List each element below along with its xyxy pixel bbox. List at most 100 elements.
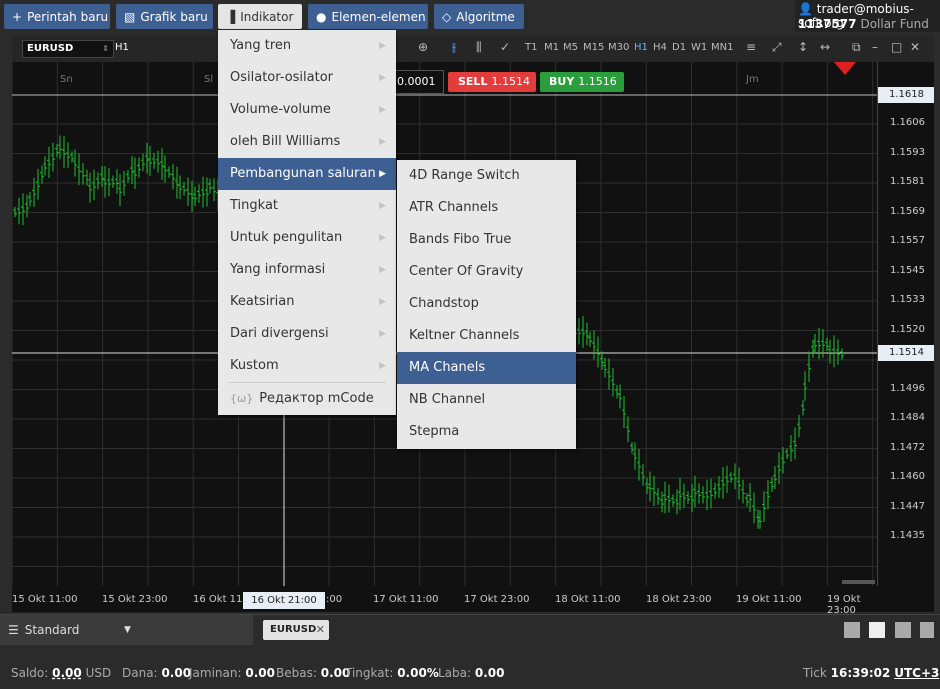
layout-single-icon[interactable]	[844, 622, 860, 638]
timezone-selector[interactable]: UTC+3	[894, 666, 939, 680]
new-chart-button[interactable]: ▧ Grafik baru	[116, 4, 213, 29]
buy-button[interactable]: BUY 1.1516	[540, 72, 624, 92]
close-icon[interactable]: ✕	[910, 40, 920, 54]
submenu-item[interactable]: MA Chanels	[397, 352, 576, 384]
tf-m5[interactable]: M5	[563, 42, 578, 53]
fit-vertical-icon[interactable]: ↕	[798, 40, 808, 54]
workspace-bar: ☰ Standard ▼ EURUSD ✕	[0, 614, 940, 645]
indicator-button[interactable]: ▐ Indikator	[218, 4, 302, 29]
chevron-right-icon: ▶	[379, 169, 386, 179]
candle-type-icon[interactable]: ⫼	[476, 40, 482, 55]
tf-t1[interactable]: T1	[525, 42, 537, 53]
alert-marker-icon	[834, 62, 856, 75]
bar-chart-icon: ▐	[226, 9, 236, 24]
price-tick-label: 1.1472	[890, 441, 925, 453]
close-tab-icon[interactable]: ✕	[316, 620, 325, 640]
current-price-label: 1.1514	[878, 345, 934, 361]
tf-h4[interactable]: H4	[653, 42, 667, 53]
chevron-right-icon: ▶	[379, 361, 386, 371]
price-tick-label: 1.1557	[890, 235, 925, 246]
diamond-icon: ◇	[442, 9, 452, 24]
chart-icon: ▧	[124, 9, 136, 24]
submenu-item[interactable]: 4D Range Switch	[397, 160, 576, 192]
indicator-menu: Yang tren ▶ Osilator-osilator ▶ Volume-volum…	[218, 30, 396, 415]
chevron-right-icon: ▶	[379, 297, 386, 307]
workspace-selector[interactable]: ☰ Standard ▼	[0, 615, 253, 645]
submenu-item[interactable]: Keltner Channels	[397, 320, 576, 352]
time-tick-label: 19 Okt 23:00	[827, 594, 861, 616]
day-label: Sn	[60, 74, 73, 85]
layout-columns-icon[interactable]	[895, 622, 911, 638]
price-tick-label: 1.1581	[890, 176, 925, 187]
maximize-icon[interactable]: □	[891, 40, 902, 54]
chevron-right-icon: ▶	[379, 201, 386, 211]
menu-item[interactable]: Dari divergensi ▶	[218, 318, 396, 350]
tf-mn1[interactable]: MN1	[711, 42, 733, 53]
price-tick-label: 1.1606	[890, 117, 925, 128]
menu-item[interactable]: Tingkat ▶	[218, 190, 396, 222]
time-tick-label: 17 Okt 23:00	[464, 594, 530, 605]
menu-item[interactable]: Osilator-osilator ▶	[218, 62, 396, 94]
fit-diagonal-icon[interactable]: ⤢	[772, 40, 782, 55]
menu-item[interactable]: Kustom ▶	[218, 350, 396, 382]
menu-item[interactable]: Yang tren ▶	[218, 30, 396, 62]
tf-m30[interactable]: M30	[608, 42, 629, 53]
mcode-editor-item[interactable]: {ω} Редактор mCode	[218, 384, 396, 414]
clock-time: 16:39:02	[830, 666, 891, 680]
account-info[interactable]: 👤 trader@mobius-soft.org 1137577 Dollar F…	[795, 0, 940, 32]
stepper-icon: ⇕	[102, 44, 109, 53]
menu-item[interactable]: Pembangunan saluran ▶	[218, 158, 396, 190]
tf-m15[interactable]: M15	[583, 42, 604, 53]
tf-m1[interactable]: M1	[544, 42, 559, 53]
menu-item[interactable]: Untuk pengulitan ▶	[218, 222, 396, 254]
detach-icon[interactable]: ⧉	[852, 40, 861, 55]
symbol-selector[interactable]: EURUSD ⇕	[22, 40, 114, 58]
chevron-right-icon: ▶	[379, 233, 386, 243]
time-tick-label: 18 Okt 11:00	[555, 594, 621, 605]
saldo-value[interactable]: 0.00	[52, 666, 82, 680]
menu-item[interactable]: Keatsirian ▶	[218, 286, 396, 318]
crosshair-icon[interactable]: ⊕	[418, 40, 428, 54]
submenu-item[interactable]: ATR Channels	[397, 192, 576, 224]
app-window: + Perintah baru ▧ Grafik baru ▐ Indikator ●…	[0, 0, 940, 689]
menu-item[interactable]: Volume-volume ▶	[218, 94, 396, 126]
layout-rows-icon[interactable]	[920, 622, 934, 638]
submenu-item[interactable]: Stepma	[397, 416, 576, 448]
sell-button[interactable]: SELL 1.1514	[448, 72, 536, 92]
time-tick-label: :00	[326, 594, 343, 605]
chevron-right-icon: ▶	[379, 105, 386, 115]
chart-tab-eurusd[interactable]: EURUSD ✕	[263, 620, 329, 640]
tf-w1[interactable]: W1	[691, 42, 707, 53]
price-tick-label: 1.1484	[890, 412, 925, 423]
fit-horizontal-icon[interactable]: ↔	[820, 40, 830, 54]
minimize-icon[interactable]: –	[872, 40, 878, 54]
tingkat-value: 0.00%	[397, 666, 439, 680]
submenu-item[interactable]: Bands Fibo True	[397, 224, 576, 256]
line-type-icon[interactable]: ✓	[500, 40, 510, 54]
menu-item[interactable]: oleh Bill Williams ▶	[218, 126, 396, 158]
new-order-button[interactable]: + Perintah baru	[4, 4, 110, 29]
layout-grid-icon[interactable]	[869, 622, 885, 638]
chart-toolbar: EURUSD ⇕ H1 ⊕ ⫲ ⫼ ✓ T1 M1 M5 M15 M30 H1 H…	[12, 36, 934, 62]
algorithm-button[interactable]: ◇ Algoritme	[434, 4, 524, 29]
top-price-label: 1.1618	[878, 87, 934, 103]
menu-item[interactable]: Yang informasi ▶	[218, 254, 396, 286]
price-tick-label: 1.1533	[890, 294, 925, 305]
scale-icon[interactable]: ≡	[746, 40, 756, 54]
submenu-item[interactable]: Center Of Gravity	[397, 256, 576, 288]
status-bar: Saldo: 0.00 USD Dana: 0.00 Jaminan: 0.00…	[0, 655, 940, 689]
user-icon: 👤	[798, 2, 813, 16]
hamburger-icon: ☰	[8, 623, 19, 637]
chevron-down-icon: ▼	[124, 625, 131, 635]
submenu-item[interactable]: Chandstop	[397, 288, 576, 320]
tf-d1[interactable]: D1	[672, 42, 686, 53]
bar-type-icon[interactable]: ⫲	[452, 40, 456, 55]
account-fund: Dollar Fund	[860, 17, 929, 31]
tf-h1[interactable]: H1	[634, 42, 648, 53]
elements-button[interactable]: ● Elemen-elemen	[308, 4, 428, 29]
submenu-item[interactable]: NB Channel	[397, 384, 576, 416]
price-axis[interactable]: 1.1606 1.1593 1.1581 1.1569 1.1557 1.1545 1.15…	[877, 62, 934, 586]
price-tick-label: 1.1435	[890, 530, 925, 541]
time-axis[interactable]: :00 19 Okt 23:00 19 Okt 11:00 18 Okt 23:00 1…	[12, 586, 877, 616]
lot-size-input[interactable]: 0.0001	[394, 70, 444, 94]
